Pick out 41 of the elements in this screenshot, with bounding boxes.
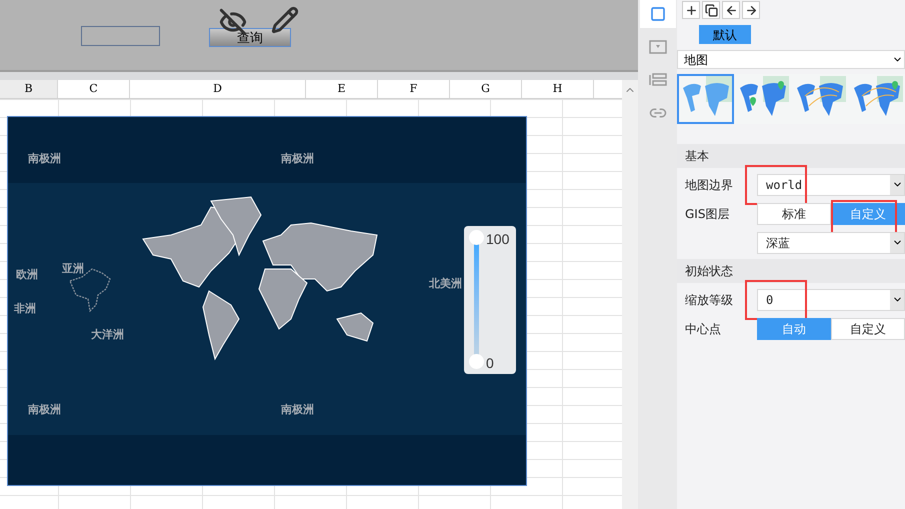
- select-value: 0: [765, 292, 774, 308]
- region-label: 欧洲: [16, 267, 38, 283]
- dropdown-icon: [890, 174, 904, 194]
- field-label: 地图边界: [685, 176, 734, 194]
- region-label: 南极洲: [281, 151, 314, 167]
- select-field[interactable]: 深蓝: [757, 232, 905, 254]
- select-value: world: [765, 176, 804, 194]
- region-label: 大洋洲: [91, 327, 124, 343]
- select-field[interactable]: 0: [757, 288, 905, 310]
- copy-icon[interactable]: [702, 1, 720, 19]
- select-value: 深蓝: [765, 234, 791, 252]
- section-header[interactable]: 基本: [677, 144, 905, 168]
- column-header[interactable]: B: [0, 80, 58, 98]
- legend-min-label: 0: [486, 354, 494, 373]
- legend-handle[interactable]: [469, 354, 484, 369]
- add-icon[interactable]: [682, 1, 700, 19]
- region-label: 南极洲: [281, 402, 314, 418]
- legend-handle[interactable]: [469, 230, 484, 245]
- input-field[interactable]: [81, 26, 160, 46]
- region-label: 南极洲: [28, 402, 61, 418]
- legend-max-label: 100: [486, 230, 510, 249]
- field-label: 缩放等级: [685, 292, 734, 308]
- map-style-thumbnail[interactable]: [677, 74, 734, 124]
- region-label: 北美洲: [429, 276, 462, 292]
- tab[interactable]: 默认: [699, 25, 751, 44]
- region-label: 南极洲: [28, 151, 61, 167]
- region-label: 亚洲: [62, 261, 84, 277]
- section-header[interactable]: 初始状态: [677, 259, 905, 283]
- chart-type-select[interactable]: 地图: [677, 50, 905, 69]
- select-field[interactable]: world: [757, 174, 905, 196]
- cell-tool-icon[interactable]: [640, 0, 676, 28]
- segment-option[interactable]: 自定义: [831, 318, 905, 340]
- edit-icon: [271, 6, 299, 34]
- dropdown-icon: [890, 290, 904, 310]
- select-value: 地图: [683, 52, 709, 68]
- vertical-scrollbar[interactable]: [622, 80, 638, 509]
- dropdown-icon: [890, 232, 904, 252]
- region-label: 非洲: [14, 301, 36, 317]
- field-label: 中心点: [685, 320, 722, 338]
- field-label: GIS图层: [685, 206, 730, 222]
- segment-option[interactable]: 标准: [757, 202, 831, 224]
